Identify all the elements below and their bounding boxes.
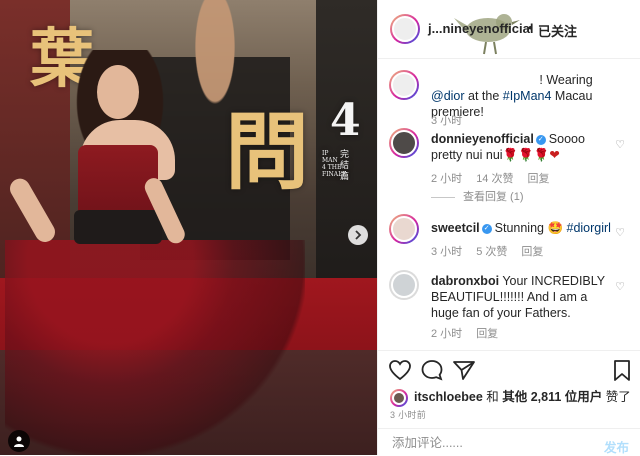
verified-badge-icon: ✓ bbox=[481, 223, 492, 234]
leather-belt bbox=[74, 210, 162, 244]
comment-meta: 2 小时 回复 bbox=[431, 325, 512, 341]
liker-avatar[interactable] bbox=[390, 388, 408, 407]
post-timestamp[interactable]: 3 小时前 bbox=[390, 408, 426, 421]
caption-text-mid: at the bbox=[464, 89, 503, 103]
comment-time: 3 小时 bbox=[431, 246, 463, 258]
caption-avatar[interactable] bbox=[389, 70, 419, 100]
comment-username[interactable]: dabronxboi bbox=[431, 274, 499, 288]
comment-likes-count[interactable]: 5 次赞 bbox=[476, 246, 507, 258]
comment-body: Stunning 🤩 bbox=[494, 221, 567, 235]
comment-avatar[interactable] bbox=[389, 214, 419, 244]
comment-text: sweetcil ✓ Stunning 🤩 #diorgirl bbox=[431, 220, 611, 236]
post-side-panel: j...nineyenofficial • 已关注 jasmineyenoffi… bbox=[377, 0, 640, 455]
comment-time: 2 小时 bbox=[431, 173, 463, 185]
follow-status-button[interactable]: 已关注 bbox=[538, 21, 577, 40]
add-comment-input[interactable] bbox=[390, 435, 584, 451]
share-icon[interactable] bbox=[452, 359, 476, 381]
post-actions-bar bbox=[378, 350, 640, 385]
bookmark-icon[interactable] bbox=[610, 359, 634, 381]
post-comment-button[interactable]: 发布 bbox=[604, 437, 629, 456]
likes-summary: itschloebee 和 其他 2,811 位用户 赞了 bbox=[390, 386, 631, 407]
comment-like-heart-icon[interactable]: ♡ bbox=[615, 226, 625, 239]
caption-time: 3 小时 bbox=[431, 115, 463, 127]
likes-suffix: 赞了 bbox=[602, 390, 631, 404]
comment-avatar[interactable] bbox=[389, 128, 419, 158]
likes-and: 和 bbox=[482, 390, 503, 404]
post-photo[interactable]: 葉 問 4 完結篇 IP MAN 4 THE FINALE bbox=[0, 0, 377, 455]
caption-meta: 3 小时 bbox=[431, 112, 476, 128]
comment-text: donnieyenofficial ✓ Soooo pretty nui nui🌹🌹… bbox=[431, 131, 611, 163]
author-username[interactable]: j...nineyenofficial bbox=[428, 21, 533, 36]
caption-hashtag-link[interactable]: #IpMan4 bbox=[503, 89, 552, 103]
comment-icon[interactable] bbox=[420, 359, 444, 381]
post-header: j...nineyenofficial • 已关注 bbox=[378, 0, 640, 59]
comment-text: dabronxboi Your INCREDIBLY BEAUTIFUL!!!!… bbox=[431, 273, 611, 321]
comment-reply-button[interactable]: 回复 bbox=[476, 328, 498, 340]
person-tag-icon[interactable] bbox=[8, 430, 30, 452]
chevron-right-icon[interactable] bbox=[348, 225, 368, 245]
comment-avatar[interactable] bbox=[389, 270, 419, 300]
comment-reply-button[interactable]: 回复 bbox=[527, 173, 549, 185]
heart-icon[interactable] bbox=[388, 359, 412, 381]
poster-subtitle: IP MAN 4 THE FINALE bbox=[322, 150, 347, 178]
comment-username[interactable]: sweetcil bbox=[431, 221, 480, 235]
header-separator: • bbox=[528, 20, 533, 35]
comment-likes-count[interactable]: 14 次赞 bbox=[476, 173, 513, 185]
liker-username[interactable]: itschloebee bbox=[414, 390, 483, 404]
comment-emoji: 🌹🌹🌹❤ bbox=[502, 148, 560, 162]
caption-username[interactable]: jasmineyenofficial bbox=[431, 73, 539, 87]
poster-calligraphy-2: 問 bbox=[225, 102, 310, 201]
verified-badge-icon: ✓ bbox=[535, 134, 546, 145]
view-replies-button[interactable]: 查看回复 (1) bbox=[431, 188, 524, 204]
comment-meta: 3 小时 5 次赞 回复 bbox=[431, 243, 557, 259]
comment-reply-button[interactable]: 回复 bbox=[521, 246, 543, 258]
comment-meta: 2 小时 14 次赞 回复 bbox=[431, 170, 563, 186]
comment-time: 2 小时 bbox=[431, 328, 463, 340]
comment-like-heart-icon[interactable]: ♡ bbox=[615, 138, 625, 151]
caption-text-prefix: ! Wearing bbox=[539, 73, 593, 87]
comment-username[interactable]: donnieyenofficial bbox=[431, 132, 534, 146]
comments-list: jasmineyenofficial! Wearing @dior at the… bbox=[378, 58, 640, 348]
dress-skirt bbox=[5, 240, 305, 455]
caption-mention-link[interactable]: @dior bbox=[431, 89, 465, 103]
likes-others-link[interactable]: 其他 2,811 位用户 bbox=[502, 390, 602, 404]
comment-hashtag-link[interactable]: #diorgirl bbox=[567, 221, 611, 235]
comment-composer: 发布 bbox=[378, 428, 640, 456]
comment-like-heart-icon[interactable]: ♡ bbox=[615, 280, 625, 293]
poster-number: 4 bbox=[330, 95, 361, 146]
author-avatar[interactable] bbox=[390, 14, 420, 44]
woman-face bbox=[97, 65, 139, 119]
